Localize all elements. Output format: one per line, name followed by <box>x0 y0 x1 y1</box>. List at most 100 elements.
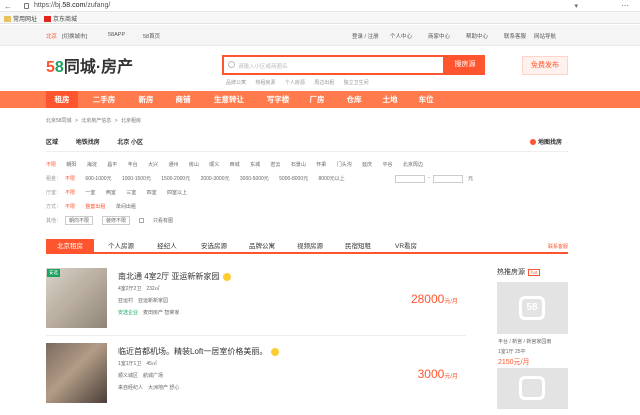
breadcrumb-link[interactable]: 北京房产信息 <box>81 118 111 124</box>
image-only-checkbox[interactable] <box>139 218 145 224</box>
filter-option[interactable]: 5000-8000元 <box>279 176 308 182</box>
tab-short-rent[interactable]: 民宿短租 <box>336 239 380 254</box>
hot-listing-photo[interactable] <box>497 368 568 409</box>
filter-option[interactable]: 1500-2000元 <box>161 176 190 182</box>
filter-option[interactable]: 延庆 <box>362 162 372 168</box>
merchant-center-link[interactable]: 商家中心 <box>428 32 450 40</box>
filter-option[interactable]: 顺义 <box>209 162 219 168</box>
filter-option[interactable]: 怀柔 <box>316 162 326 168</box>
filter-option[interactable]: 600-1000元 <box>85 176 111 182</box>
hot-listing-location[interactable]: 丰台 / 新宫 / 新宫家园南 <box>498 338 551 345</box>
filter-option[interactable]: 朝阳 <box>66 162 76 168</box>
home-link[interactable]: 58首页 <box>143 32 160 40</box>
nav-business-transfer[interactable]: 生意转让 <box>203 91 255 108</box>
login-link[interactable]: 登录 / 注册 <box>352 32 379 40</box>
dropdown-icon[interactable]: ▾ <box>574 2 578 10</box>
nav-shops[interactable]: 商铺 <box>166 91 200 108</box>
filter-option[interactable]: 通州 <box>168 162 178 168</box>
filter-option[interactable]: 3000-5000元 <box>240 176 269 182</box>
filter-option[interactable]: 平谷 <box>383 162 393 168</box>
nav-office[interactable]: 写字楼 <box>258 91 298 108</box>
nav-parking[interactable]: 车位 <box>410 91 442 108</box>
filter-option[interactable]: 房山 <box>189 162 199 168</box>
nav-land[interactable]: 土地 <box>374 91 406 108</box>
hot-keyword[interactable]: 品牌公寓 <box>226 80 246 86</box>
current-city: 北京 <box>46 34 58 40</box>
max-price-input[interactable] <box>433 175 463 183</box>
decoration-select[interactable]: 装修不限 <box>102 216 131 225</box>
contact-service-link[interactable]: 联系客服 <box>548 243 568 250</box>
nav-second-hand[interactable]: 二手房 <box>82 91 126 108</box>
filter-option[interactable]: 单间出租 <box>116 204 136 210</box>
hot-keyword[interactable]: 热租房源 <box>255 80 275 86</box>
tab-beijing-rent[interactable]: 北京租房 <box>46 239 94 254</box>
filter-option[interactable]: 北京周边 <box>403 162 423 168</box>
filter-option[interactable]: 昌平 <box>107 162 117 168</box>
listing-title[interactable]: 临近首都机场。精装Loft一居室价格美丽。 <box>118 346 280 357</box>
bookmark-folder[interactable]: 常用网址 <box>4 14 37 23</box>
main-nav: 租房 二手房 新房 商铺 生意转让 写字楼 厂房 仓库 土地 车位 <box>0 91 640 108</box>
url-field[interactable]: https://bj.58.com/zufang/ <box>34 2 110 9</box>
list-item[interactable]: 安选 南北通 4室2厅 亚运新新家园 4室2厅2卫 232㎡ 亚运村 亚运新新家园 … <box>46 268 466 340</box>
breadcrumb-link[interactable]: 北京58同城 <box>46 118 72 124</box>
hot-keyword[interactable]: 个人房源 <box>285 80 305 86</box>
personal-center-link[interactable]: 个人中心 <box>390 32 412 40</box>
filter-option[interactable]: 四室 <box>147 190 157 196</box>
min-price-input[interactable] <box>395 175 425 183</box>
filter-option[interactable]: 东城 <box>250 162 260 168</box>
hot-keyword[interactable]: 独立卫生间 <box>344 80 369 86</box>
filter-option[interactable]: 海淀 <box>87 162 97 168</box>
list-item[interactable]: 临近首都机场。精装Loft一居室价格美丽。 1室1厅1卫 45㎡ 顺义城区 航城广场… <box>46 343 466 415</box>
customer-service-link[interactable]: 联系客服 <box>504 32 526 40</box>
site-nav-link[interactable]: 网站导航 <box>534 32 556 40</box>
search-button[interactable]: 搜房源 <box>445 55 485 75</box>
site-logo[interactable]: 58同城·房产 <box>46 53 133 77</box>
publish-button[interactable]: 免费发布 <box>522 56 568 75</box>
switch-city-link[interactable]: [切换城市] <box>62 32 87 40</box>
filter-option[interactable]: 两室 <box>106 190 116 196</box>
search-input[interactable]: 请输入小区或商圈名 <box>222 55 445 75</box>
filter-option[interactable]: 2000-3000元 <box>201 176 230 182</box>
tab-personal[interactable]: 个人房源 <box>100 239 142 254</box>
filter-option[interactable]: 一室 <box>85 190 95 196</box>
app-link[interactable]: 58APP <box>108 32 125 38</box>
tab-vr[interactable]: VR看房 <box>384 239 428 254</box>
tab-area[interactable]: 区域 <box>46 140 58 146</box>
tab-agent[interactable]: 经纪人 <box>146 239 188 254</box>
bookmark-jd[interactable]: 京东商城 <box>44 14 77 23</box>
filter-option[interactable]: 石景山 <box>291 162 306 168</box>
orientation-select[interactable]: 朝向不限 <box>65 216 94 225</box>
hot-keyword[interactable]: 周边出租 <box>314 80 334 86</box>
tab-community[interactable]: 北京 小区 <box>117 140 143 146</box>
filter-option[interactable]: 西城 <box>230 162 240 168</box>
menu-icon[interactable]: ⋯ <box>621 1 630 10</box>
tab-brand-apartment[interactable]: 品牌公寓 <box>240 239 284 254</box>
nav-factory[interactable]: 厂房 <box>300 91 334 108</box>
nav-rent[interactable]: 租房 <box>46 91 78 108</box>
back-icon[interactable]: ← <box>4 2 12 11</box>
filter-option[interactable]: 三室 <box>126 190 136 196</box>
filter-option[interactable]: 不限 <box>65 176 75 182</box>
filter-option[interactable]: 1000-1500元 <box>122 176 151 182</box>
nav-new-house[interactable]: 新房 <box>128 91 164 108</box>
listing-title[interactable]: 南北通 4室2厅 亚运新新家园 <box>118 271 232 282</box>
hot-listing-photo[interactable]: 58 <box>497 282 568 334</box>
nav-warehouse[interactable]: 仓库 <box>338 91 370 108</box>
filter-option[interactable]: 不限 <box>46 162 56 168</box>
filter-option[interactable]: 8000元以上 <box>319 176 345 182</box>
filter-option[interactable]: 四室以上 <box>167 190 187 196</box>
filter-option[interactable]: 丰台 <box>128 162 138 168</box>
map-search-link[interactable]: 地图找房 <box>530 137 562 146</box>
listing-photo[interactable] <box>46 343 107 403</box>
help-center-link[interactable]: 帮助中心 <box>466 32 488 40</box>
filter-option[interactable]: 门头沟 <box>337 162 352 168</box>
listing-photo[interactable]: 安选 <box>46 268 107 328</box>
tab-subway[interactable]: 地铁找房 <box>76 140 100 146</box>
tab-video[interactable]: 视频房源 <box>288 239 332 254</box>
filter-option[interactable]: 密云 <box>270 162 280 168</box>
filter-option[interactable]: 大兴 <box>148 162 158 168</box>
filter-option[interactable]: 不限 <box>65 204 75 210</box>
tab-verified[interactable]: 安选房源 <box>192 239 236 254</box>
filter-option[interactable]: 整套出租 <box>85 204 105 210</box>
filter-option[interactable]: 不限 <box>65 190 75 196</box>
